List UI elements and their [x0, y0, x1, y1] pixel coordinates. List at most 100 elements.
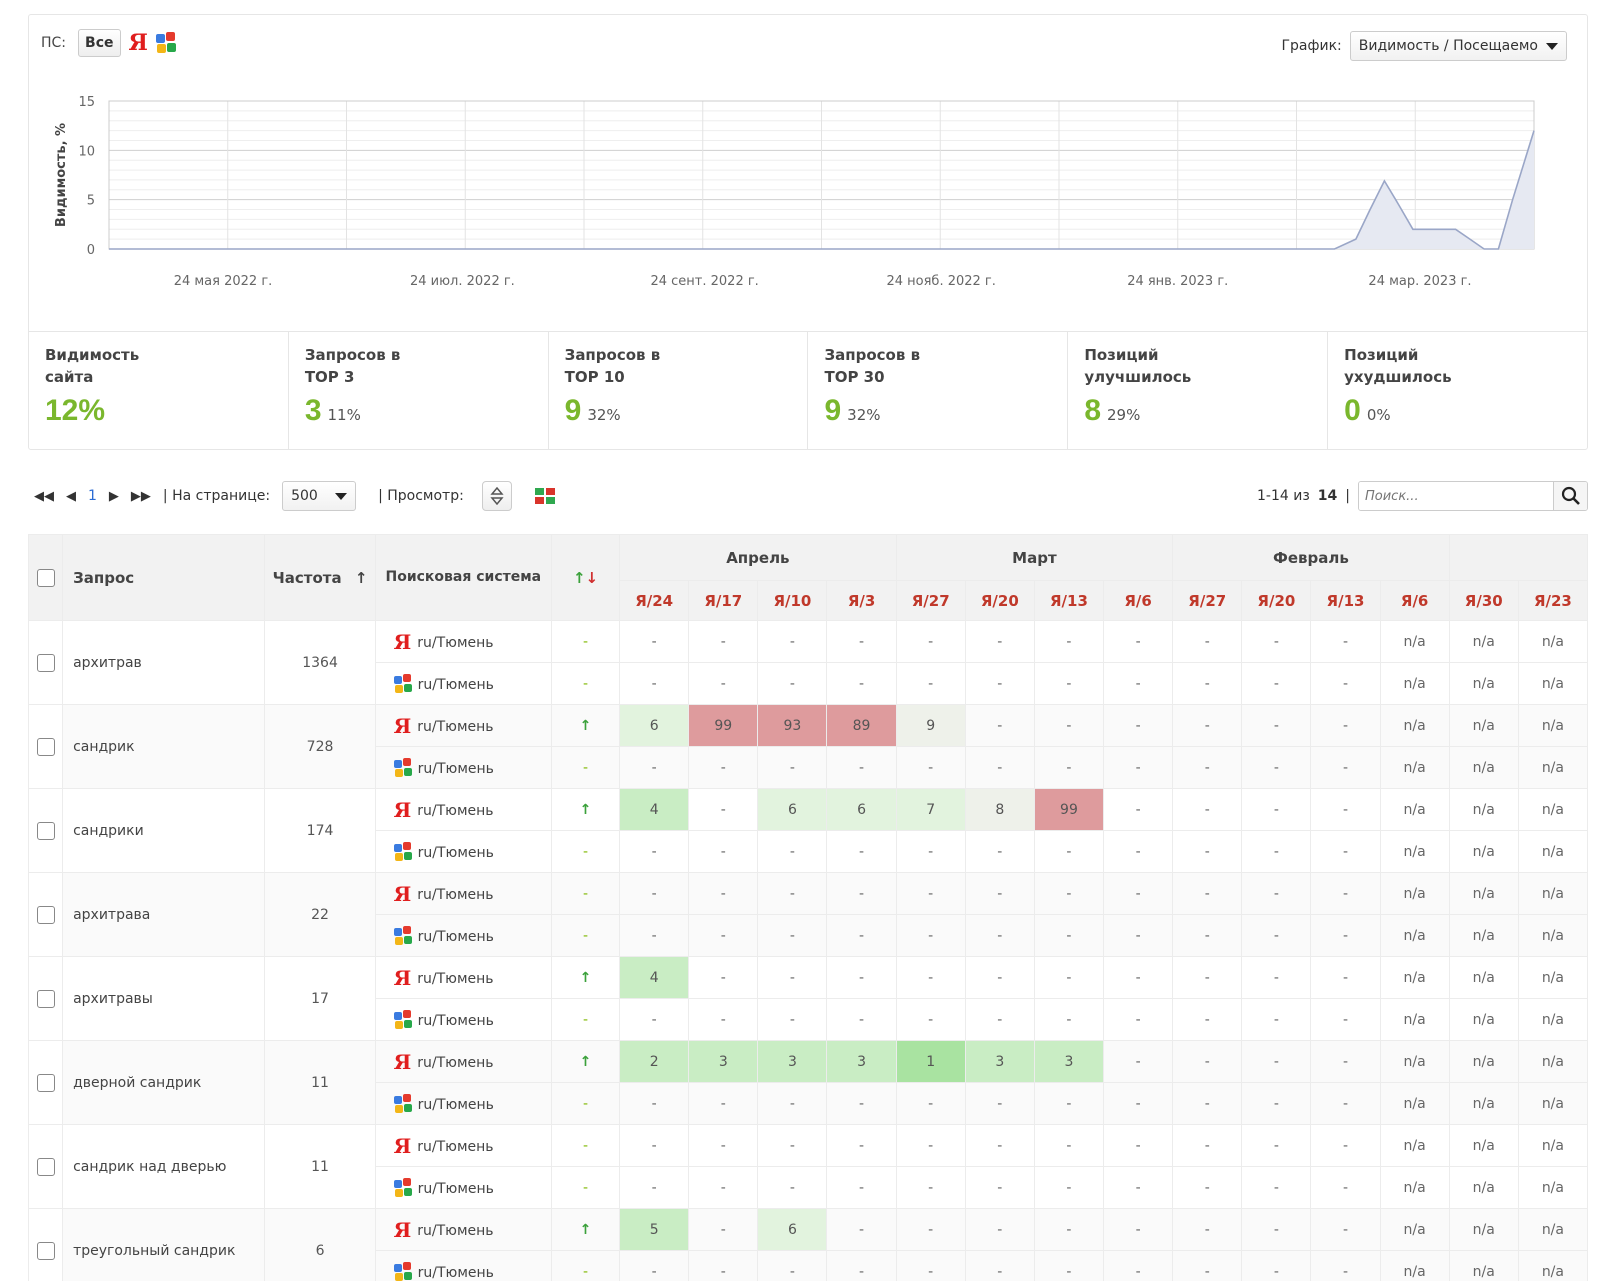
position-cell: -: [964, 1208, 1035, 1251]
current-page[interactable]: 1: [88, 488, 97, 504]
trend-cell: -: [550, 1250, 621, 1281]
table-row: архитрав 1364 Яru/Тюмень - - - - - - - - - - - - n/a n/a…: [28, 620, 1588, 705]
date-column-header[interactable]: Я/27: [1172, 580, 1243, 621]
row-checkbox[interactable]: [36, 905, 55, 924]
row-checkbox[interactable]: [36, 989, 55, 1008]
query-header[interactable]: Запрос: [62, 534, 266, 621]
graph-select[interactable]: Видимость / Посещаемо: [1349, 31, 1567, 61]
position-cell: n/a: [1448, 746, 1519, 789]
positions-table: Запрос Частота ↑ Поисковая система ↑↓ Апрель…: [28, 534, 1588, 1281]
position-cell: -: [688, 1082, 759, 1125]
row-checkbox[interactable]: [36, 1241, 55, 1260]
next-page-icon[interactable]: ▶: [109, 489, 119, 504]
date-column-header[interactable]: Я/20: [964, 580, 1035, 621]
table-row: архитравы 17 Яru/Тюмень ↑ 4- - - - - - - - - - n/a n/a n…: [28, 956, 1588, 1041]
search-engine-cell: Яru/Тюмень: [374, 956, 552, 999]
position-cell: n/a: [1379, 1208, 1450, 1251]
grid-view-button[interactable]: [530, 481, 560, 511]
position-cell: -: [619, 872, 690, 915]
filter-all-button[interactable]: Все: [78, 29, 121, 57]
date-column-header[interactable]: Я/13: [1033, 580, 1105, 621]
table-row: сандрик над дверью 11 Яru/Тюмень - - - - - - - - - -…: [28, 1124, 1588, 1209]
position-cell: -: [619, 998, 690, 1041]
frequency-cell: 174: [264, 788, 376, 873]
sort-toggle-button[interactable]: [481, 481, 512, 511]
row-select-cell: [28, 788, 64, 873]
x-tick-label: 24 сент. 2022 г.: [650, 274, 758, 289]
position-cell: -: [1241, 1208, 1312, 1251]
select-all-checkbox[interactable]: [36, 568, 55, 587]
date-column-header[interactable]: Я/3: [826, 580, 897, 621]
prev-page-icon[interactable]: ◀: [66, 489, 76, 504]
row-checkbox[interactable]: [36, 1157, 55, 1176]
date-column-header[interactable]: Я/20: [1241, 580, 1312, 621]
sort-asc-icon: ↑: [354, 568, 368, 587]
position-cell: n/a: [1448, 620, 1519, 663]
date-column-header[interactable]: Я/6: [1379, 580, 1450, 621]
date-column-header[interactable]: Я/23: [1517, 580, 1588, 621]
date-column-header[interactable]: Я/27: [895, 580, 966, 621]
position-cell: -: [895, 1250, 966, 1281]
date-column-header[interactable]: Я/30: [1448, 580, 1519, 621]
search-button[interactable]: [1553, 482, 1587, 510]
region-label: ru/Тюмень: [417, 928, 494, 945]
position-cell: -: [895, 872, 966, 915]
date-column-header[interactable]: Я/10: [757, 580, 828, 621]
row-select-cell: [28, 620, 64, 705]
stats-row: Видимость сайта 12% Запросов в TOP 3 3 11% За…: [29, 331, 1587, 449]
position-cell: -: [826, 998, 897, 1041]
trend-header[interactable]: ↑↓: [550, 534, 621, 621]
stat-card: Позиций ухудшилось 0 0%: [1328, 332, 1587, 449]
position-cell: -: [1310, 1208, 1381, 1251]
row-checkbox[interactable]: [36, 653, 55, 672]
stat-card: Позиций улучшилось 8 29%: [1068, 332, 1329, 449]
position-cell: -: [757, 1124, 828, 1167]
per-page-label: | На странице:: [162, 488, 271, 504]
position-cell: -: [1033, 704, 1105, 747]
frequency-cell: 11: [264, 1124, 376, 1209]
row-checkbox[interactable]: [36, 1073, 55, 1092]
position-cell: -: [1172, 998, 1243, 1041]
table-row: сандрики 174 Яru/Тюмень ↑ 4-6 6 7 8 99- - - - n/a n/a…: [28, 788, 1588, 873]
date-column-header[interactable]: Я/17: [688, 580, 759, 621]
frequency-cell: 11: [264, 1040, 376, 1125]
table-row: сандрик 728 Яru/Тюмень ↑ 6 99 93 89 9- - - - - - n/a n/…: [28, 704, 1588, 789]
row-checkbox[interactable]: [36, 821, 55, 840]
google-icon[interactable]: [155, 32, 178, 54]
positions-table-wrap: Запрос Частота ↑ Поисковая система ↑↓ Апрель…: [28, 534, 1588, 1281]
position-cell: -: [688, 788, 759, 831]
position-cell: -: [1241, 1040, 1312, 1083]
position-cell: -: [688, 620, 759, 663]
stat-value: 0: [1344, 394, 1361, 427]
position-cell: -: [826, 1082, 897, 1125]
row-checkbox[interactable]: [36, 737, 55, 756]
position-cell: -: [1241, 1166, 1312, 1209]
search-input[interactable]: [1359, 482, 1553, 510]
position-cell: 9: [895, 704, 966, 747]
month-header: Март: [895, 534, 1174, 581]
frequency-cell: 22: [264, 872, 376, 957]
position-cell: 1: [895, 1040, 966, 1083]
query-cell: архитрава: [62, 872, 266, 957]
google-icon: [393, 673, 414, 694]
position-cell: n/a: [1517, 872, 1588, 915]
yandex-icon[interactable]: Я: [129, 32, 148, 54]
per-page-select[interactable]: 500: [282, 481, 357, 511]
date-column-header[interactable]: Я/13: [1310, 580, 1381, 621]
date-column-header[interactable]: Я/6: [1103, 580, 1174, 621]
position-cell: -: [895, 620, 966, 663]
last-page-icon[interactable]: ▶▶: [131, 489, 151, 504]
y-axis-label: Видимость, %: [54, 123, 69, 227]
first-page-icon[interactable]: ◀◀: [34, 489, 54, 504]
region-label: ru/Тюмень: [417, 844, 494, 861]
position-cell: -: [757, 1166, 828, 1209]
position-cell: 3: [964, 1040, 1035, 1083]
position-cell: 4: [619, 788, 690, 831]
position-cell: n/a: [1379, 872, 1450, 915]
position-cell: n/a: [1517, 914, 1588, 957]
position-cell: -: [1310, 1082, 1381, 1125]
freq-header[interactable]: Частота ↑: [264, 534, 376, 621]
trend-down-icon: ↓: [585, 568, 599, 587]
date-column-header[interactable]: Я/24: [619, 580, 690, 621]
position-cell: -: [619, 746, 690, 789]
